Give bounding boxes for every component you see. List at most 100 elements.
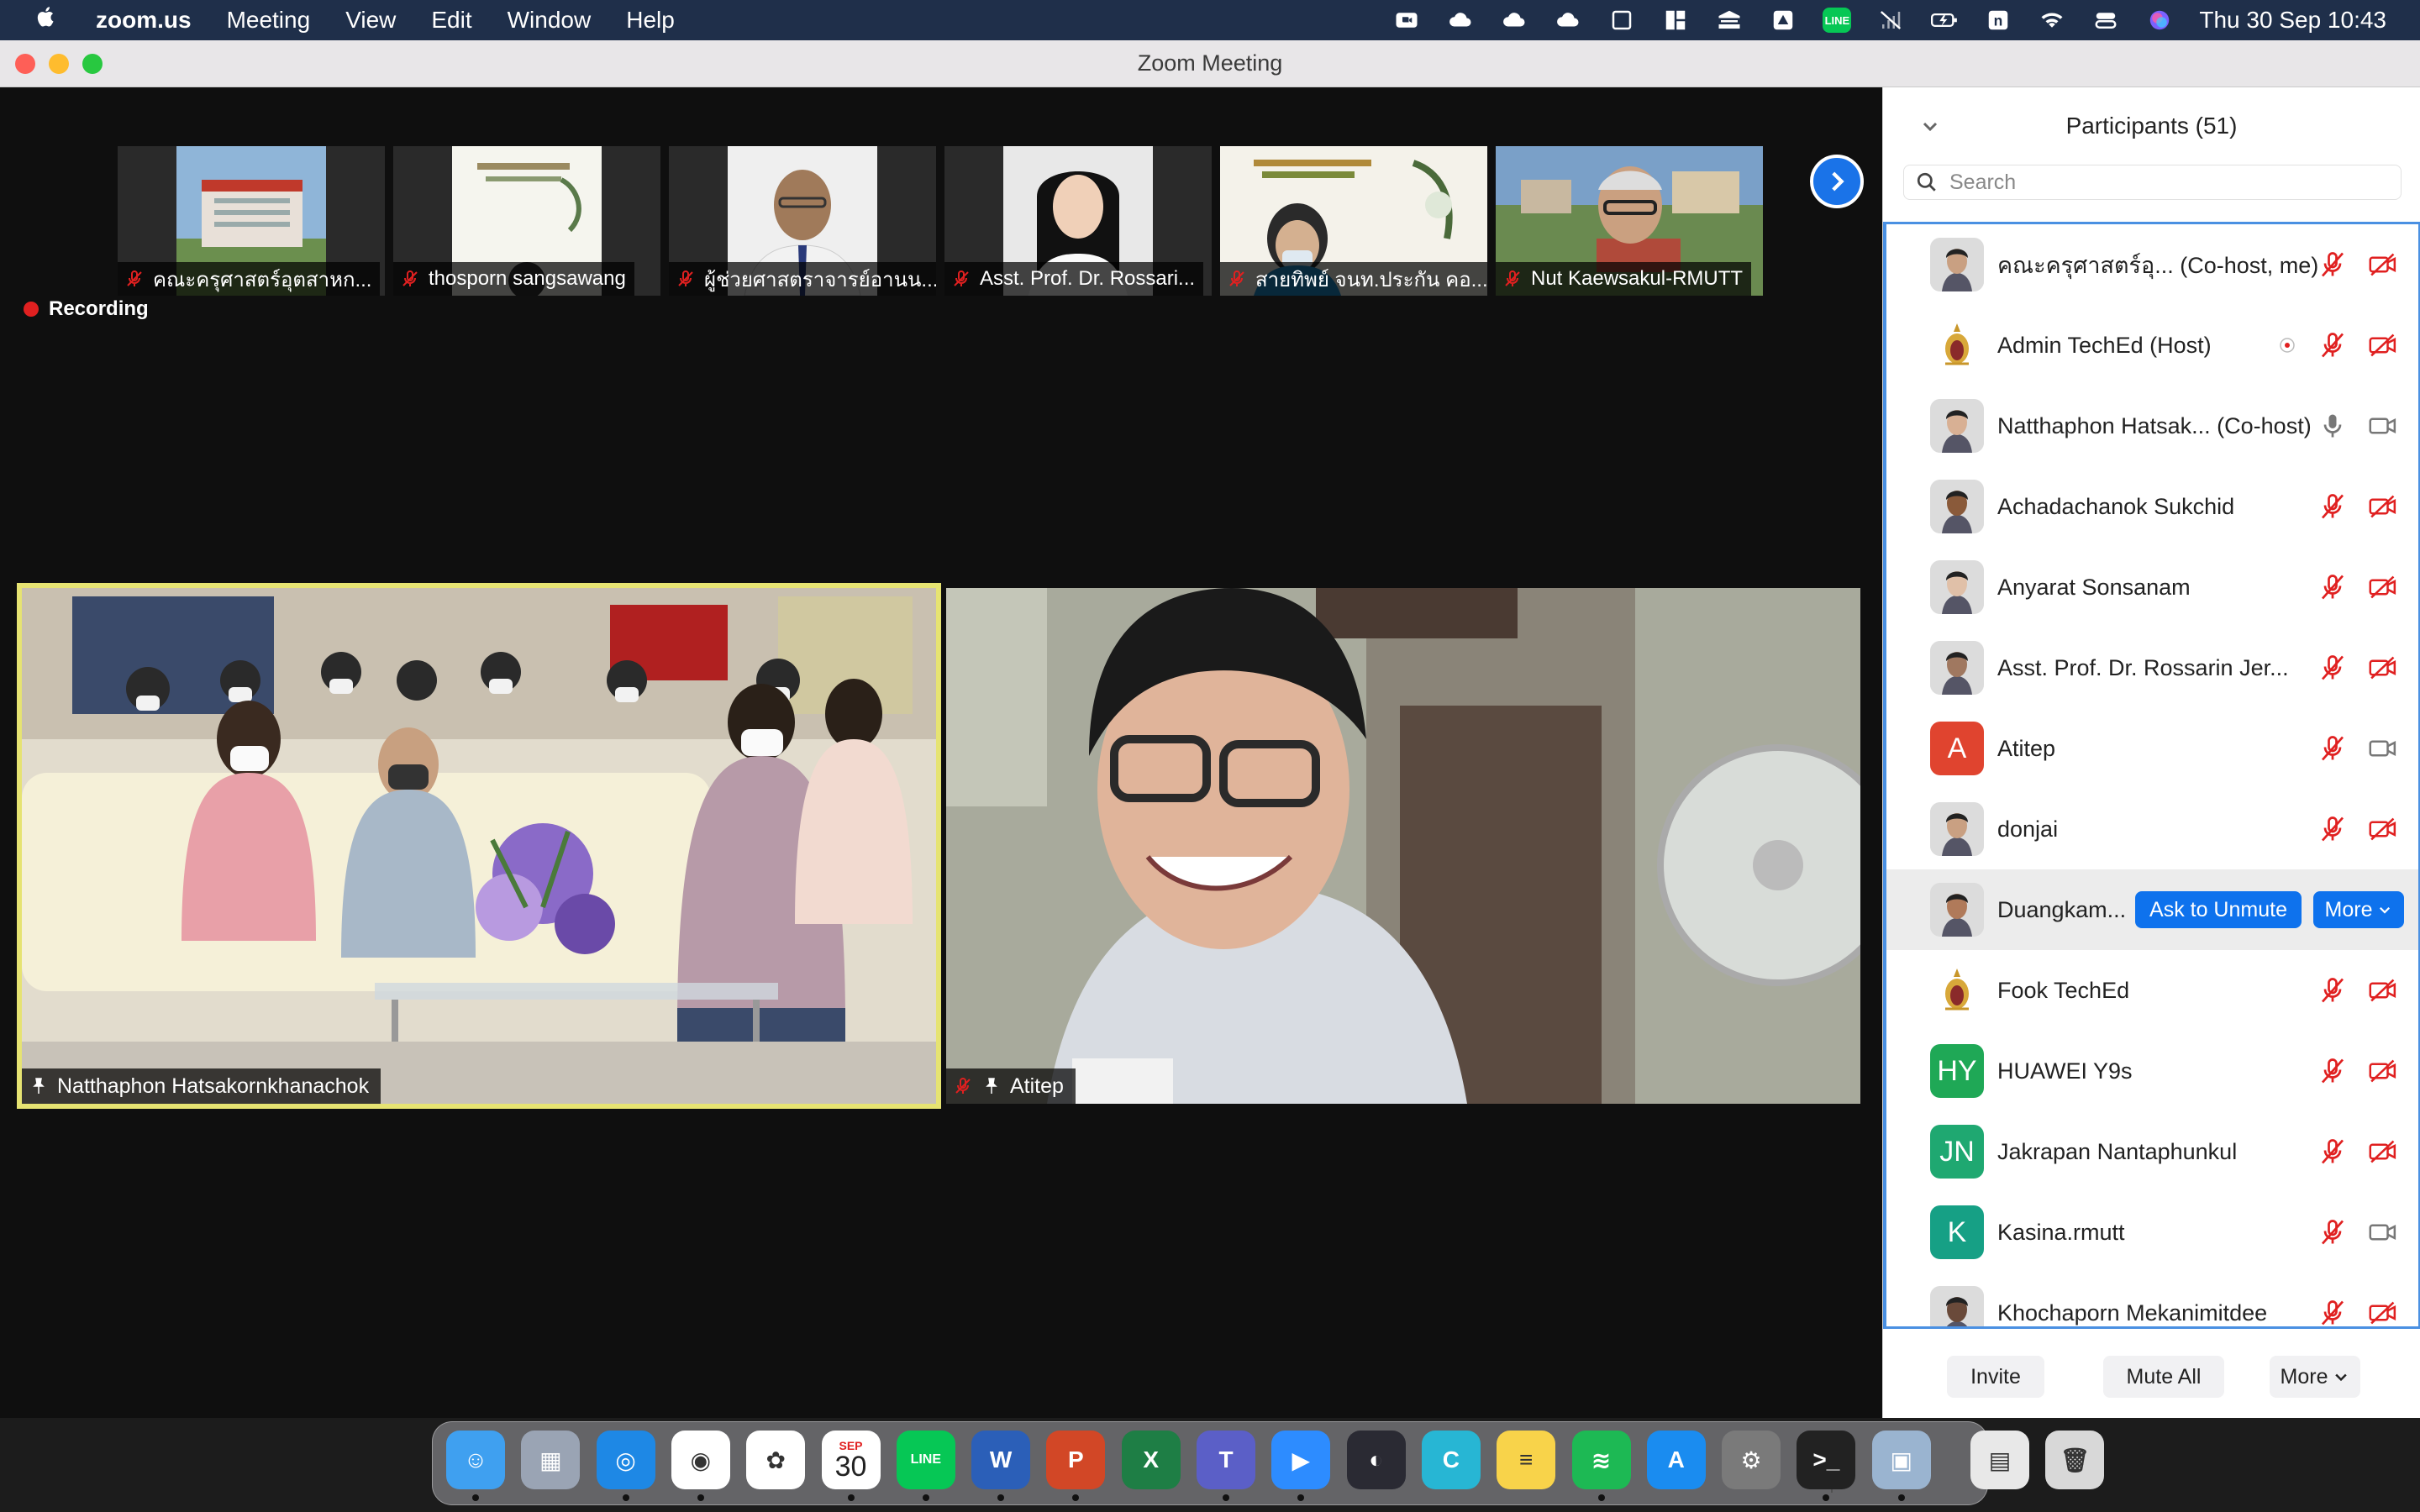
signal-muted-icon[interactable] <box>1876 8 1905 33</box>
participant-thumbnail[interactable]: Nut Kaewsakul-RMUTT <box>1496 146 1763 296</box>
dock-trash-icon[interactable]: 🗑 <box>2045 1431 2105 1489</box>
participant-row[interactable]: Anyarat Sonsanam <box>1886 547 2418 627</box>
mic-muted-icon[interactable] <box>2317 975 2348 1005</box>
cloud-icon[interactable] <box>1446 8 1475 33</box>
ask-to-unmute-button[interactable]: Ask to Unmute <box>2135 891 2302 928</box>
mic-muted-icon[interactable] <box>2317 1217 2348 1247</box>
participant-thumbnail[interactable]: คณะครุศาสตร์อุตสาหก... <box>118 146 385 296</box>
dock-documents-icon[interactable]: ▤ <box>1970 1431 2029 1489</box>
wifi-icon[interactable] <box>2038 8 2066 33</box>
minimize-window-button[interactable] <box>49 53 69 74</box>
dock-photos-icon[interactable]: ✿ <box>746 1431 806 1489</box>
video-off-icon[interactable] <box>2368 653 2398 683</box>
menu-meeting[interactable]: Meeting <box>227 7 311 34</box>
dock-teams-icon[interactable]: T <box>1197 1431 1255 1489</box>
participant-row[interactable]: คณะครุศาสตร์อุ... (Co-host, me) <box>1886 224 2418 305</box>
video-off-icon[interactable] <box>2368 814 2398 844</box>
dock-safari-icon[interactable]: ◎ <box>596 1431 655 1489</box>
participants-list[interactable]: คณะครุศาสตร์อุ... (Co-host, me) Admin Tec… <box>1883 222 2420 1329</box>
drive-icon[interactable] <box>1769 8 1797 33</box>
dock-spotify-icon[interactable]: ≋ <box>1571 1431 1631 1489</box>
dock-zoom-icon[interactable]: ▶ <box>1271 1431 1331 1489</box>
dock-canva-icon[interactable]: C <box>1421 1431 1481 1489</box>
dock-app-store-icon[interactable]: A <box>1646 1431 1706 1489</box>
next-page-button[interactable] <box>1810 155 1864 208</box>
zoom-tray-icon[interactable] <box>1392 8 1421 33</box>
mic-muted-icon[interactable] <box>2317 249 2348 280</box>
video-off-icon[interactable] <box>2368 572 2398 602</box>
dock-terminal-icon[interactable]: >_ <box>1797 1431 1856 1489</box>
participant-row[interactable]: Khochaporn Mekanimitdee <box>1886 1273 2418 1328</box>
participants-search-input[interactable]: Search <box>1903 165 2402 200</box>
mic-muted-icon[interactable] <box>2317 1137 2348 1167</box>
mic-muted-icon[interactable] <box>2317 653 2348 683</box>
menu-edit[interactable]: Edit <box>431 7 471 34</box>
dock-chrome-icon[interactable]: ◉ <box>671 1431 730 1489</box>
video-off-icon[interactable] <box>2368 1298 2398 1328</box>
participant-row[interactable]: JN Jakrapan Nantaphunkul <box>1886 1111 2418 1192</box>
storage-icon[interactable] <box>1715 8 1744 33</box>
mic-muted-icon[interactable] <box>2317 814 2348 844</box>
dock-powerpoint-icon[interactable]: P <box>1046 1431 1106 1489</box>
video-off-icon[interactable] <box>2368 330 2398 360</box>
participant-row[interactable]: A Atitep <box>1886 708 2418 789</box>
menubar-clock[interactable]: Thu 30 Sep 10:43 <box>2199 7 2386 34</box>
cloud-icon[interactable] <box>1554 8 1582 33</box>
participant-thumbnail[interactable]: สายทิพย์ จนท.ประกัน คอ... <box>1220 146 1487 296</box>
video-off-icon[interactable] <box>2368 491 2398 522</box>
video-off-icon[interactable] <box>2368 249 2398 280</box>
participant-row[interactable]: Natthaphon Hatsak... (Co-host) <box>1886 386 2418 466</box>
invite-button[interactable]: Invite <box>1947 1356 2044 1398</box>
recording-indicator[interactable]: Recording <box>24 297 149 321</box>
video-tile[interactable]: Atitep <box>946 588 1860 1104</box>
fullscreen-window-button[interactable] <box>82 53 103 74</box>
mic-muted-icon[interactable] <box>2317 491 2348 522</box>
menu-help[interactable]: Help <box>626 7 675 34</box>
video-icon[interactable] <box>2368 411 2398 441</box>
apple-menu-icon[interactable] <box>34 4 67 36</box>
participant-row[interactable]: Fook TechEd <box>1886 950 2418 1031</box>
mic-muted-icon[interactable] <box>2317 330 2348 360</box>
participant-row[interactable]: Admin TechEd (Host) <box>1886 305 2418 386</box>
menu-window[interactable]: Window <box>508 7 592 34</box>
dock-word-icon[interactable]: W <box>971 1431 1031 1489</box>
dock-excel-icon[interactable]: X <box>1121 1431 1181 1489</box>
siri-icon[interactable] <box>2145 8 2174 33</box>
chevron-down-icon[interactable] <box>1920 116 1940 136</box>
mic-muted-icon[interactable] <box>2317 572 2348 602</box>
video-off-icon[interactable] <box>2368 1137 2398 1167</box>
dock-finder-icon[interactable]: ☺ <box>446 1431 505 1489</box>
mic-muted-icon[interactable] <box>2317 1298 2348 1328</box>
screen-icon[interactable] <box>1607 8 1636 33</box>
battery-icon[interactable] <box>1930 8 1959 33</box>
window-layout-icon[interactable] <box>1661 8 1690 33</box>
participant-row[interactable]: K Kasina.rmutt <box>1886 1192 2418 1273</box>
mic-muted-icon[interactable] <box>2317 733 2348 764</box>
participant-thumbnail[interactable]: Asst. Prof. Dr. Rossari... <box>944 146 1212 296</box>
participant-row[interactable]: Achadachanok Sukchid <box>1886 466 2418 547</box>
control-center-icon[interactable] <box>2091 8 2120 33</box>
participant-row[interactable]: Asst. Prof. Dr. Rossarin Jer... <box>1886 627 2418 708</box>
dock-preview-icon[interactable]: ▣ <box>1871 1431 1931 1489</box>
participant-row[interactable]: HY HUAWEI Y9s <box>1886 1031 2418 1111</box>
video-off-icon[interactable] <box>2368 1056 2398 1086</box>
video-tile-active-speaker[interactable]: Natthaphon Hatsakornkhanachok <box>17 583 941 1109</box>
dock-calendar-icon[interactable]: SEP 30 <box>821 1431 881 1489</box>
dock-notes-icon[interactable]: ≡ <box>1497 1431 1556 1489</box>
video-icon[interactable] <box>2368 1217 2398 1247</box>
participant-more-button[interactable]: More <box>2313 891 2404 928</box>
mic-muted-icon[interactable] <box>2317 1056 2348 1086</box>
dock-line-icon[interactable]: LINE <box>896 1431 955 1489</box>
video-off-icon[interactable] <box>2368 975 2398 1005</box>
cloud-icon[interactable] <box>1500 8 1528 33</box>
participant-row[interactable]: Duangkam... Ask to Unmute More <box>1886 869 2418 950</box>
dock-launchpad-icon[interactable]: ▦ <box>521 1431 581 1489</box>
menu-view[interactable]: View <box>345 7 396 34</box>
participant-thumbnail[interactable]: thosporn sangsawang <box>393 146 660 296</box>
app-menu-zoom[interactable]: zoom.us <box>96 7 192 34</box>
participant-row[interactable]: donjai <box>1886 789 2418 869</box>
mic-icon[interactable] <box>2317 411 2348 441</box>
mute-all-button[interactable]: Mute All <box>2103 1356 2224 1398</box>
more-options-button[interactable]: More <box>2270 1356 2360 1398</box>
line-tray-icon[interactable]: LINE <box>1823 8 1852 33</box>
